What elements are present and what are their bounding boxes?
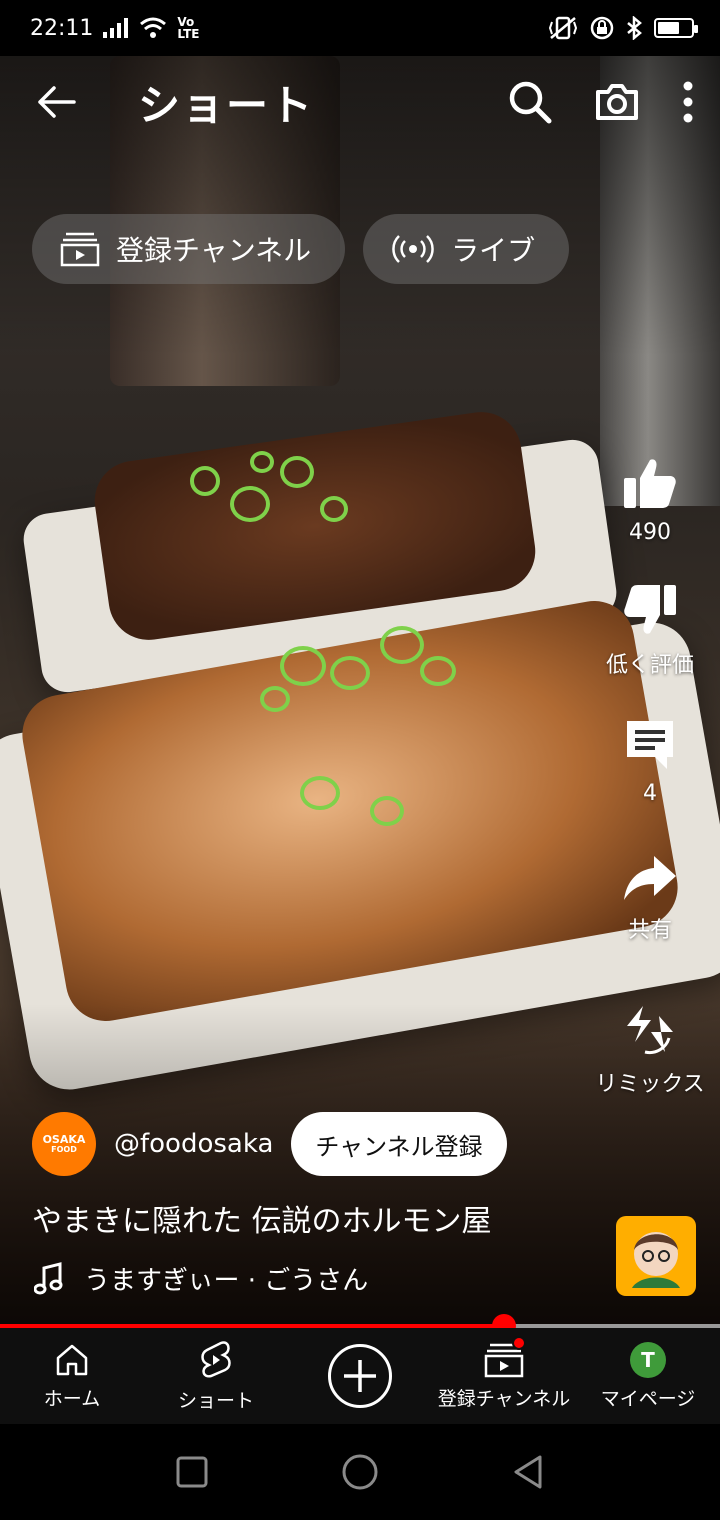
avatar-text-bottom: FOOD [51, 1144, 77, 1154]
plus-icon [344, 1360, 376, 1392]
thumbs-up-icon [624, 459, 676, 508]
home-icon [56, 1344, 88, 1375]
signal-icon [103, 18, 129, 38]
shorts-icon [201, 1340, 231, 1378]
music-thumbnail[interactable] [616, 1216, 696, 1296]
comment-count: 4 [643, 781, 657, 806]
dislike-button[interactable]: 低く評価 [606, 583, 694, 679]
chip-label: 登録チャンネル [116, 234, 312, 267]
nav-shorts[interactable]: ショート [144, 1328, 288, 1424]
back-triangle-icon[interactable] [512, 1454, 544, 1490]
feed-filter-chips: 登録チャンネル ライブ [32, 214, 570, 284]
notification-dot [512, 1336, 526, 1350]
recent-apps-icon[interactable] [176, 1456, 208, 1488]
nav-home[interactable]: ホーム [0, 1328, 144, 1424]
remix-label: リミックス [595, 1072, 705, 1097]
bottom-navigation: ホーム ショート 登録チャンネル T マイページ [0, 1328, 720, 1424]
camera-icon[interactable] [594, 82, 640, 122]
nav-label: ホーム [43, 1387, 101, 1410]
nav-label: 登録チャンネル [437, 1387, 571, 1410]
home-circle-icon[interactable] [341, 1453, 379, 1491]
battery-icon [654, 18, 698, 38]
subscribe-button[interactable]: チャンネル登録 [291, 1112, 507, 1176]
share-icon [624, 856, 676, 900]
music-title: うますぎぃー · ごうさん [84, 1266, 369, 1296]
user-avatar: T [630, 1341, 666, 1378]
nav-label: ショート [177, 1389, 254, 1412]
channel-avatar[interactable]: OSAKA FOOD [32, 1112, 96, 1176]
more-options-icon[interactable] [682, 81, 694, 123]
nav-create[interactable] [288, 1328, 432, 1424]
top-bar: ショート [0, 56, 720, 148]
chip-live[interactable]: ライブ [363, 214, 570, 284]
comments-button[interactable]: 4 [623, 717, 677, 806]
remix-button[interactable]: リミックス [595, 1002, 705, 1098]
action-rail: 490 低く評価 4 共有 リミックス [580, 456, 720, 1128]
search-icon[interactable] [508, 80, 552, 124]
wifi-icon [140, 17, 167, 38]
page-title: ショート [138, 80, 315, 130]
lock-rotation-icon [590, 16, 614, 40]
nav-label: マイページ [600, 1387, 696, 1410]
thumbs-down-icon [624, 585, 676, 634]
subscriptions-icon [60, 232, 100, 267]
music-row[interactable]: うますぎぃー · ごうさん [34, 1260, 368, 1297]
channel-row: OSAKA FOOD @foodosaka チャンネル登録 [32, 1112, 507, 1176]
like-count: 490 [629, 520, 671, 545]
comment-icon [627, 721, 673, 769]
create-button[interactable] [328, 1344, 392, 1408]
live-icon [392, 235, 434, 263]
remix-icon [627, 1006, 673, 1055]
video-title[interactable]: やまきに隠れた 伝説のホルモン屋 [32, 1196, 492, 1240]
bluetooth-icon [627, 16, 642, 40]
share-button[interactable]: 共有 [622, 854, 678, 944]
channel-handle[interactable]: @foodosaka [114, 1129, 273, 1159]
nav-my-page[interactable]: T マイページ [576, 1328, 720, 1424]
back-arrow-icon[interactable] [36, 84, 76, 120]
like-button[interactable]: 490 [622, 456, 678, 545]
status-time: 22:11 [30, 15, 94, 41]
status-bar: 22:11 Vo LTE [0, 0, 720, 56]
share-label: 共有 [627, 918, 672, 943]
nav-subscriptions[interactable]: 登録チャンネル [432, 1328, 576, 1424]
network-type: Vo LTE [177, 15, 200, 41]
avatar-text-top: OSAKA [42, 1132, 86, 1146]
chip-label: ライブ [451, 234, 536, 267]
vibrate-icon [548, 16, 578, 40]
dislike-label: 低く評価 [605, 653, 694, 678]
system-navigation [0, 1424, 720, 1520]
chip-subscriptions[interactable]: 登録チャンネル [32, 214, 346, 284]
music-note-icon [34, 1261, 63, 1294]
